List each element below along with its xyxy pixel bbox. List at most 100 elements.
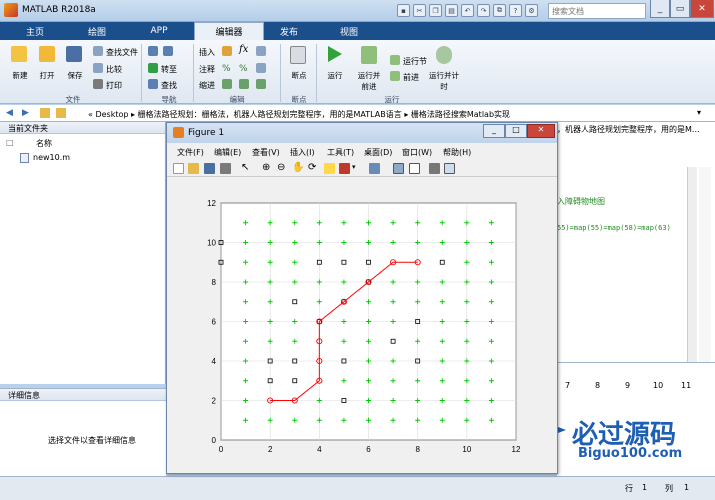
save-icon[interactable] xyxy=(66,46,82,62)
up-folder-icon[interactable] xyxy=(40,108,50,118)
legend-icon[interactable] xyxy=(409,163,420,174)
decrease-indent-icon[interactable] xyxy=(256,79,266,89)
cut-icon[interactable]: ✂ xyxy=(413,4,426,17)
zoom-in-icon[interactable]: ⊕ xyxy=(262,162,270,173)
y-tick-label: 0 xyxy=(212,436,217,445)
figure-window[interactable]: Figure 1 _ □ ✕ 文件(F) 编辑(E) 查看(V) 插入(I) 工… xyxy=(166,122,558,474)
current-path[interactable]: « Desktop ▸ 栅格法路径规划：栅格法，机器人路径规划完整程序，用的是M… xyxy=(88,109,688,120)
run-button[interactable]: 运行 xyxy=(322,70,348,81)
browse-folder-icon[interactable] xyxy=(56,108,66,118)
back-icon[interactable] xyxy=(148,46,158,56)
pointer-icon[interactable]: ↖ xyxy=(241,162,249,173)
brush-dropdown-icon[interactable]: ▾ xyxy=(352,163,356,171)
increase-indent-icon[interactable] xyxy=(239,79,249,89)
fx-button[interactable]: fx xyxy=(239,44,248,55)
grid-map-chart[interactable]: 0 2 4 6 8 10 12 0 2 4 6 8 10 12 xyxy=(167,178,557,473)
figure-minimize-button[interactable]: _ xyxy=(483,124,505,138)
tab-plots[interactable]: 绘图 xyxy=(70,22,124,40)
tab-home[interactable]: 主页 xyxy=(8,22,62,40)
x-tick-label: 12 xyxy=(512,445,521,454)
comment-button[interactable]: 注释 xyxy=(199,64,215,75)
menu-insert[interactable]: 插入(I) xyxy=(290,147,315,158)
insert-button[interactable]: 插入 xyxy=(199,47,215,58)
pan-icon[interactable]: ✋ xyxy=(292,162,304,173)
breakpoint-icon[interactable] xyxy=(290,46,306,64)
tab-publish[interactable]: 发布 xyxy=(262,22,316,40)
save-button[interactable]: 保存 xyxy=(62,70,88,81)
new-figure-icon[interactable] xyxy=(173,163,184,174)
save-icon[interactable] xyxy=(204,163,215,174)
menu-window[interactable]: 窗口(W) xyxy=(402,147,432,158)
help-icon[interactable]: ? xyxy=(509,4,522,17)
file-item[interactable]: new10.m xyxy=(33,153,70,162)
gear-icon[interactable]: ⚙ xyxy=(525,4,538,17)
menu-help[interactable]: 帮助(H) xyxy=(443,147,471,158)
menu-view[interactable]: 查看(V) xyxy=(252,147,280,158)
print-button[interactable]: 打印 xyxy=(106,80,122,91)
run-icon[interactable] xyxy=(327,45,343,63)
percent-uncomment-icon[interactable]: % xyxy=(239,64,248,74)
maximize-button[interactable]: ▭ xyxy=(670,0,690,18)
tab-view[interactable]: 视图 xyxy=(322,22,376,40)
menu-desktop[interactable]: 桌面(D) xyxy=(364,147,392,158)
dock-icon[interactable] xyxy=(444,163,455,174)
figure-close-button[interactable]: ✕ xyxy=(527,124,555,138)
menu-tools[interactable]: 工具(T) xyxy=(327,147,354,158)
rotate-icon[interactable]: ⟳ xyxy=(308,162,316,173)
run-time-button[interactable]: 运行并计时 xyxy=(428,70,460,92)
colorbar-icon[interactable] xyxy=(393,163,404,174)
redo-icon[interactable]: ↷ xyxy=(477,4,490,17)
percent-icon[interactable]: % xyxy=(222,64,231,74)
forward-icon[interactable] xyxy=(163,46,173,56)
indent-button[interactable]: 缩进 xyxy=(199,80,215,91)
goto-button[interactable]: 转至 xyxy=(161,64,177,75)
vertical-scrollbar[interactable] xyxy=(699,167,711,362)
y-tick-label: 10 xyxy=(207,239,216,248)
copy-icon[interactable]: ❐ xyxy=(429,4,442,17)
dropdown-icon[interactable] xyxy=(256,46,266,56)
minimize-button[interactable]: _ xyxy=(650,0,670,18)
compare-button[interactable]: 比较 xyxy=(106,64,122,75)
undo-icon[interactable]: ↶ xyxy=(461,4,474,17)
advance-button[interactable]: 前进 xyxy=(403,72,419,83)
breakpoint-button[interactable]: 断点 xyxy=(285,70,313,81)
open-icon[interactable] xyxy=(39,46,55,62)
new-icon[interactable] xyxy=(11,46,27,62)
back-icon[interactable]: ◀ xyxy=(6,108,13,118)
path-dropdown-icon[interactable]: ▾ xyxy=(697,108,701,117)
wrap-icon[interactable] xyxy=(256,63,266,73)
switch-windows-icon[interactable]: ⧉ xyxy=(493,4,506,17)
data-cursor-icon[interactable] xyxy=(324,163,335,174)
search-input[interactable] xyxy=(548,3,646,19)
paste-icon[interactable]: ▤ xyxy=(445,4,458,17)
print-icon[interactable] xyxy=(220,163,231,174)
menu-file[interactable]: 文件(F) xyxy=(177,147,204,158)
scrollbar[interactable] xyxy=(687,167,697,362)
sort-icon[interactable]: □ xyxy=(6,138,14,147)
close-button[interactable]: ✕ xyxy=(690,0,714,18)
zoom-out-icon[interactable]: ⊖ xyxy=(277,162,285,173)
hide-tools-icon[interactable] xyxy=(429,163,440,174)
brush-icon[interactable] xyxy=(339,163,350,174)
find-button[interactable]: 查找 xyxy=(161,80,177,91)
open-icon[interactable] xyxy=(188,163,199,174)
new-button[interactable]: 新建 xyxy=(8,70,32,81)
run-section-button[interactable]: 运行节 xyxy=(403,56,427,67)
editor-area[interactable]: ，机器人路径规划完整程序，用的是M... 入障碍物地图 55)=map(55)=… xyxy=(557,122,715,362)
column-header-name[interactable]: 名称 xyxy=(36,138,52,149)
save-icon[interactable]: ▪ xyxy=(397,4,410,17)
menu-edit[interactable]: 编辑(E) xyxy=(214,147,241,158)
figure-maximize-button[interactable]: □ xyxy=(505,124,527,138)
open-button[interactable]: 打开 xyxy=(34,70,60,81)
forward-icon[interactable]: ▶ xyxy=(22,108,29,118)
link-icon[interactable] xyxy=(369,163,380,174)
run-time-icon[interactable] xyxy=(436,46,452,64)
insert-section-icon[interactable] xyxy=(222,46,232,56)
run-advance-icon[interactable] xyxy=(361,46,377,64)
tab-editor[interactable]: 编辑器 xyxy=(194,22,264,40)
run-advance-button[interactable]: 运行并前进 xyxy=(355,70,383,92)
smart-indent-icon[interactable] xyxy=(222,79,232,89)
find-files-button[interactable]: 查找文件 xyxy=(106,47,138,58)
tab-apps[interactable]: APP xyxy=(132,22,186,40)
panel-title: 详细信息 xyxy=(0,389,166,401)
